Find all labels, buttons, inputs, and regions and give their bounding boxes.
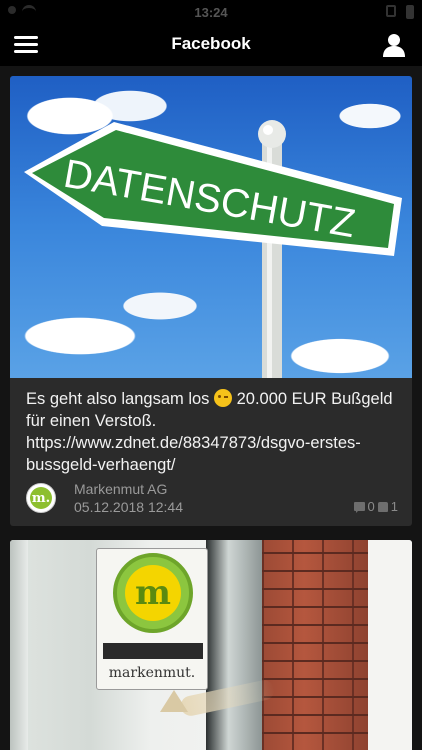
page-title: Facebook [171,34,251,53]
winking-face-emoji-icon [214,389,233,407]
lock-icon [386,5,396,17]
user-profile-icon[interactable] [380,31,408,59]
door-frame [10,540,28,750]
status-bar: 13:24 [0,0,422,26]
post-meta: m. Markenmut AG 05.12.2018 12:44 0 1 [26,481,398,517]
status-time: 13:24 [194,5,228,20]
feed[interactable]: DATENSCHUTZ Es geht also langsam los 20.… [0,66,422,750]
like-count: 1 [390,499,398,514]
post-image[interactable]: DATENSCHUTZ [10,76,412,378]
comment-icon[interactable] [353,502,365,513]
avatar-letter: m. [30,487,52,509]
thumbs-up-icon[interactable] [377,501,388,512]
white-wall [368,540,412,750]
street-sign-illustration: DATENSCHUTZ [24,120,402,378]
logo-bar [103,643,203,659]
avatar[interactable]: m. [26,483,56,513]
post-stats: 0 1 [353,499,398,514]
post-text: Es geht also langsam los 20.000 EUR Bußg… [26,388,398,476]
post-card[interactable]: m markenmut. [10,540,412,750]
star-icon [160,690,188,712]
post-author[interactable]: Markenmut AG [74,481,167,497]
comment-count: 0 [367,499,375,514]
logo-circle: m [113,553,193,633]
markenmut-logo-sign: m markenmut. [96,548,208,690]
status-right-indicators [386,5,414,19]
battery-icon [406,5,414,19]
logo-text: markenmut. [108,665,196,681]
nav-bar: Facebook [0,26,422,66]
logo-letter: m [125,565,181,621]
post-text-start: Es geht also langsam los [26,390,215,408]
brick-wall [262,540,368,750]
glass-door [206,540,262,750]
post-card[interactable]: DATENSCHUTZ Es geht also langsam los 20.… [10,76,412,526]
post-image[interactable]: m markenmut. [10,540,412,750]
post-date: 05.12.2018 12:44 [74,499,183,515]
